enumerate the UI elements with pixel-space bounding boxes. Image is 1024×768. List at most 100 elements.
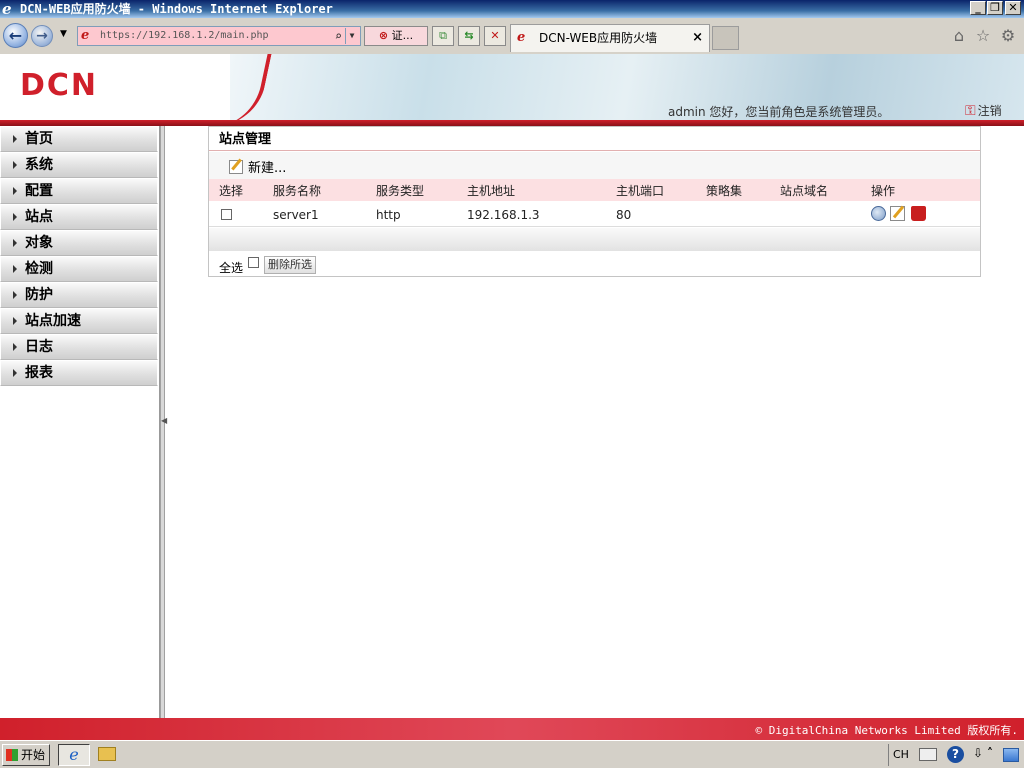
sidebar-item-site-acceleration[interactable]: 站点加速	[0, 308, 158, 334]
sidebar-item-label: 对象	[25, 235, 53, 251]
edit-icon[interactable]	[890, 205, 905, 221]
sidebar-splitter[interactable]: ◀	[160, 126, 167, 718]
key-icon: ⚿	[965, 103, 976, 119]
address-text: https://192.168.1.2/main.php	[100, 30, 269, 41]
tray-expand-icon[interactable]: ˄	[987, 746, 993, 760]
col-service-type: 服务类型	[376, 184, 425, 198]
taskbar-ie-icon[interactable]: e	[58, 744, 90, 766]
sidebar-item-label: 站点	[25, 209, 53, 225]
user-greeting: admin 您好，您当前角色是系统管理员。	[668, 105, 890, 119]
sidebar-item-label: 日志	[25, 339, 53, 355]
expand-arrow-icon	[13, 239, 17, 247]
expand-arrow-icon	[13, 291, 17, 299]
search-icon[interactable]: ⌕	[335, 27, 342, 45]
row-checkbox[interactable]	[221, 209, 232, 220]
sidebar-item-protection[interactable]: 防护	[0, 282, 158, 308]
copyright-text: © DigitalChina Networks Limited 版权所有.	[755, 724, 1018, 737]
windows-taskbar: 开始 e CH ? ⇩ ˄	[0, 740, 1024, 768]
cert-error-icon: ⊗	[378, 29, 389, 42]
delete-trash-icon[interactable]	[911, 206, 926, 221]
sidebar-item-config[interactable]: 配置	[0, 178, 158, 204]
logout-link[interactable]: ⚿ 注销	[965, 102, 1002, 119]
history-dropdown-icon[interactable]: ▼	[60, 29, 67, 39]
expand-arrow-icon	[13, 213, 17, 221]
sidebar-item-label: 防护	[25, 287, 53, 303]
bulk-actions: 全选 删除所选	[209, 251, 980, 276]
app-header: DCN admin 您好，您当前角色是系统管理员。 ⚿ 注销	[0, 54, 1024, 126]
sidebar-item-label: 报表	[25, 365, 53, 381]
col-actions: 操作	[871, 184, 896, 198]
expand-arrow-icon	[13, 135, 17, 143]
col-host-port: 主机端口	[616, 184, 665, 198]
forward-arrow-icon[interactable]: →	[31, 25, 53, 47]
home-icon[interactable]: ⌂	[950, 27, 968, 45]
help-icon[interactable]: ?	[947, 746, 964, 763]
tray-options-icon[interactable]: ⇩	[973, 746, 983, 760]
sidebar-item-home[interactable]: 首页	[0, 126, 158, 152]
header-banner	[230, 54, 1024, 120]
new-site-button[interactable]: 新建...	[229, 157, 286, 176]
col-host-address: 主机地址	[467, 184, 516, 198]
edit-new-icon	[229, 160, 243, 174]
tab-title: DCN-WEB应用防火墙	[539, 31, 658, 45]
browser-toolbar: ← → ▼ e https://192.168.1.2/main.php ⌕ ▼…	[0, 18, 1024, 54]
expand-arrow-icon	[13, 161, 17, 169]
panel-title: 站点管理	[209, 127, 980, 151]
sidebar-item-system[interactable]: 系统	[0, 152, 158, 178]
certificate-error-button[interactable]: ⊗ 证...	[364, 26, 428, 46]
network-icon[interactable]	[1003, 748, 1019, 762]
panel-toolbar: 新建...	[209, 152, 980, 179]
sidebar-item-label: 配置	[25, 183, 53, 199]
delete-selected-button[interactable]: 删除所选	[264, 256, 316, 274]
select-all-checkbox[interactable]	[248, 257, 259, 268]
language-indicator[interactable]: CH	[893, 748, 909, 761]
cert-label: 证...	[391, 29, 414, 42]
restore-button[interactable]: ❐	[987, 1, 1003, 15]
new-button-label: 新建...	[248, 161, 287, 176]
refresh-icon[interactable]: ⇆	[458, 26, 480, 46]
col-policy-set: 策略集	[706, 184, 743, 198]
close-window-button[interactable]: ✕	[1005, 1, 1021, 15]
new-tab-button[interactable]	[712, 26, 739, 50]
tab-close-icon[interactable]: ×	[692, 25, 703, 51]
select-all-label: 全选	[219, 261, 244, 275]
settings-gear-icon[interactable]: ⚙	[999, 27, 1017, 45]
logout-label: 注销	[977, 104, 1002, 118]
table-footer-strip	[209, 228, 980, 251]
sidebar-item-detection[interactable]: 检测	[0, 256, 158, 282]
stop-icon[interactable]: ✕	[484, 26, 506, 46]
start-label: 开始	[21, 748, 46, 762]
cell-service-name: server1	[273, 208, 319, 222]
window-titlebar: e DCN-WEB应用防火墙 - Windows Internet Explor…	[0, 0, 1024, 18]
sidebar-item-label: 首页	[25, 131, 53, 147]
sidebar-menu: 首页 系统 配置 站点 对象 检测 防护 站点加速 日志 报表	[0, 126, 160, 718]
dcn-logo: DCN	[20, 68, 99, 103]
collapse-arrow-icon[interactable]: ◀	[161, 416, 167, 425]
sidebar-item-label: 站点加速	[25, 313, 81, 329]
minimize-button[interactable]: _	[970, 1, 986, 15]
taskbar-folder-icon[interactable]	[98, 747, 116, 761]
cell-host-port: 80	[616, 208, 632, 222]
cell-service-type: http	[376, 208, 401, 222]
start-button[interactable]: 开始	[2, 744, 50, 766]
address-dropdown-icon[interactable]: ▼	[345, 28, 358, 44]
address-bar[interactable]: e https://192.168.1.2/main.php ⌕ ▼	[77, 26, 361, 46]
favorites-star-icon[interactable]: ☆	[974, 27, 992, 45]
back-arrow-icon[interactable]: ←	[3, 23, 28, 48]
compatibility-view-icon[interactable]: ⧉	[432, 26, 454, 46]
keyboard-icon[interactable]	[919, 748, 937, 761]
table-row: server1 http 192.168.1.3 80	[209, 201, 980, 227]
copyright-bar: © DigitalChina Networks Limited 版权所有.	[0, 718, 1024, 740]
sidebar-item-site[interactable]: 站点	[0, 204, 158, 230]
windows-flag-icon	[6, 749, 18, 761]
browser-tab[interactable]: e DCN-WEB应用防火墙 ×	[510, 24, 710, 52]
expand-arrow-icon	[13, 265, 17, 273]
system-tray: CH ? ⇩ ˄	[888, 744, 1024, 766]
expand-arrow-icon	[13, 187, 17, 195]
view-details-icon[interactable]	[871, 206, 886, 221]
window-title: DCN-WEB应用防火墙 - Windows Internet Explorer	[20, 2, 333, 16]
col-select: 选择	[219, 184, 244, 198]
sidebar-item-logs[interactable]: 日志	[0, 334, 158, 360]
sidebar-item-objects[interactable]: 对象	[0, 230, 158, 256]
sidebar-item-reports[interactable]: 报表	[0, 360, 158, 386]
